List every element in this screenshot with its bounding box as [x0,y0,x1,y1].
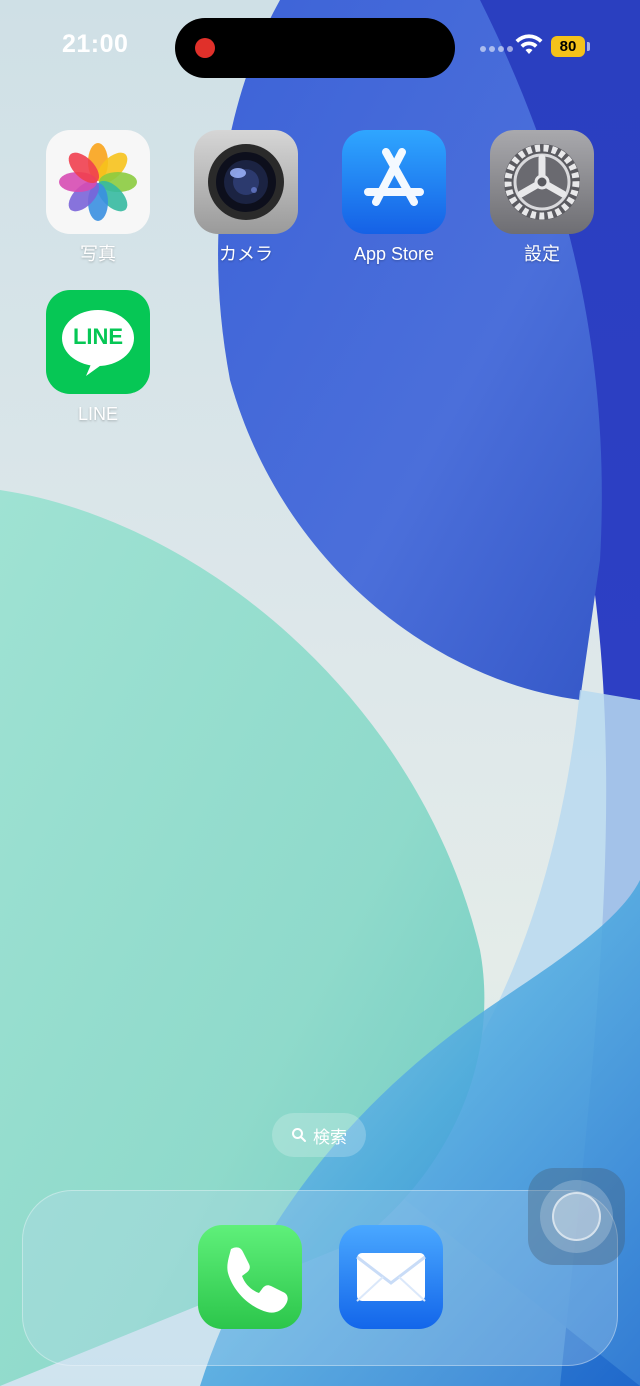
app-label-app-store: App Store [353,244,435,264]
dynamic-island[interactable] [175,18,455,78]
app-label-line: LINE [77,404,119,424]
search-icon [292,1128,306,1142]
app-store-icon [342,130,446,234]
photos-icon [46,130,150,234]
line-logo-text: LINE [72,324,124,349]
assistive-touch-button[interactable] [528,1168,625,1265]
app-label-photos: 写真 [80,244,116,264]
dock-app-mail[interactable] [339,1225,443,1329]
mail-icon [356,1253,426,1302]
wifi-icon [515,34,543,54]
app-app-store[interactable]: App Store [339,130,449,265]
app-camera[interactable]: カメラ [191,130,301,265]
search-label: 検索 [313,1127,347,1148]
cellular-signal-icon [480,46,513,52]
status-time: 21:00 [62,30,129,58]
app-label-settings: 設定 [524,244,560,264]
battery-tip [587,42,590,51]
app-settings[interactable]: 設定 [487,130,597,265]
home-screen: 21:00 80 写真 カメラ App Store 設定 LINE LINE 検… [0,0,640,1386]
app-label-camera: カメラ [219,244,273,264]
spotlight-search-button[interactable]: 検索 [272,1113,366,1157]
phone-icon [227,1247,288,1313]
recording-indicator-icon [195,38,215,58]
settings-icon [490,130,594,234]
line-icon: LINE [46,290,150,394]
dock-app-phone[interactable] [198,1225,302,1329]
battery-indicator: 80 [551,36,585,57]
app-photos[interactable]: 写真 [43,130,153,265]
app-line[interactable]: LINE LINE [43,290,153,425]
camera-icon [194,130,298,234]
assistive-touch-inner-ring [552,1192,601,1241]
